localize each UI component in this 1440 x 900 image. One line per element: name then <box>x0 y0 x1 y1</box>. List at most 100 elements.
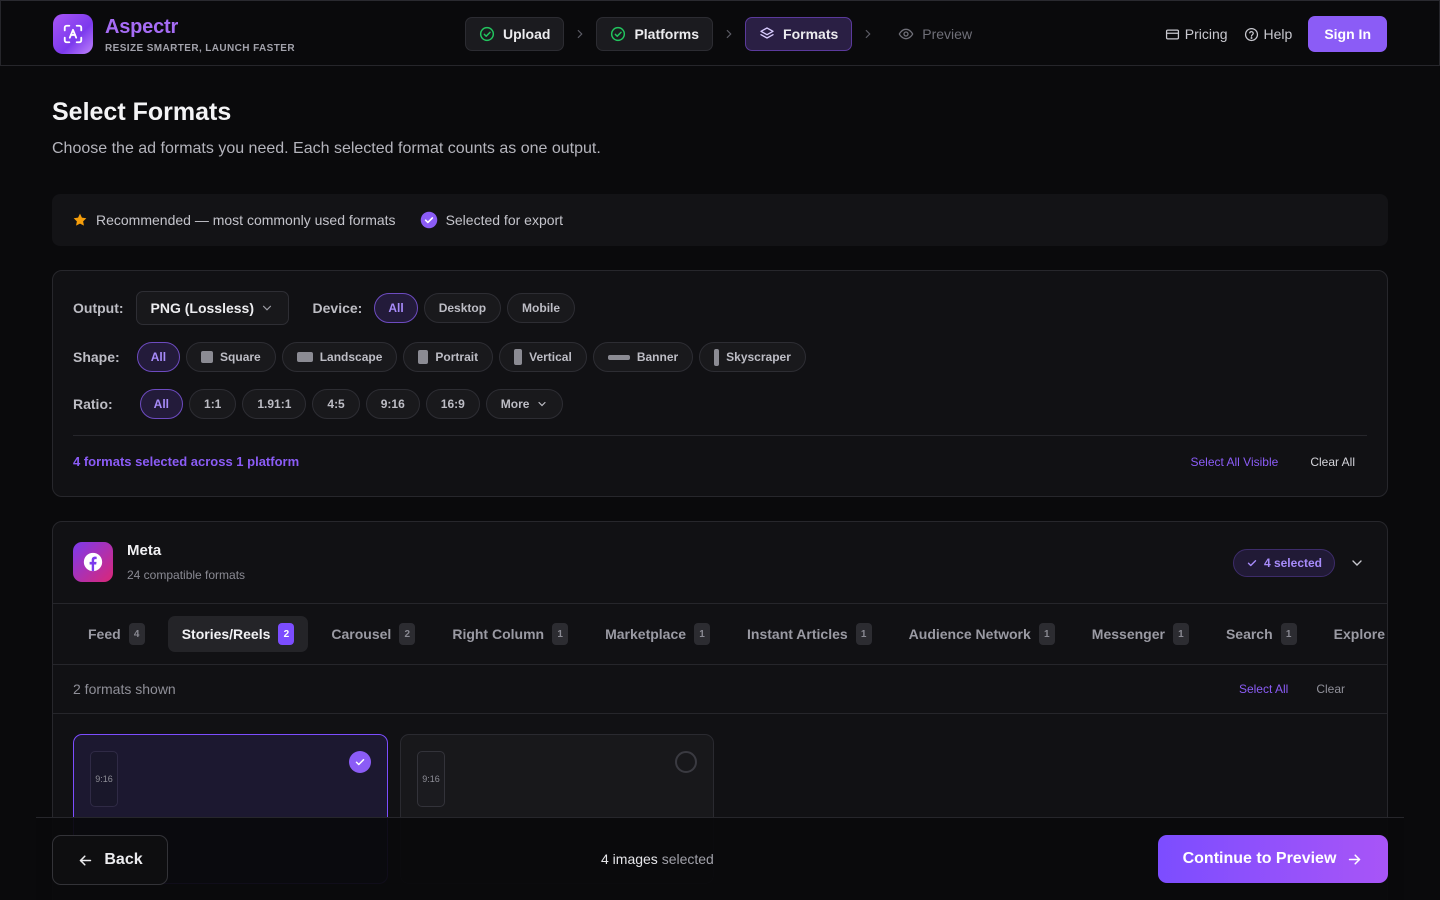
tab-feed[interactable]: Feed 4 <box>74 616 159 652</box>
tab-messenger[interactable]: Messenger 1 <box>1078 616 1203 652</box>
filter-row-ratio: Ratio: All 1:1 1.91:1 4:5 9:16 16:9 More <box>73 389 569 419</box>
clear-button[interactable]: Clear <box>1316 682 1345 696</box>
step-formats[interactable]: Formats <box>745 17 853 51</box>
clear-all-button[interactable]: Clear All <box>1310 455 1355 469</box>
tab-count: 4 <box>128 623 145 645</box>
check-circle-icon <box>479 26 495 42</box>
ratio-chip-16-9[interactable]: 16:9 <box>425 389 480 419</box>
shape-chip-label: Portrait <box>435 350 479 364</box>
back-button[interactable]: Back <box>52 835 168 885</box>
footer-bar: Back 4 images selected Continue to Previ… <box>36 817 1404 900</box>
app-header: Aspectr RESIZE SMARTER, LAUNCH FASTER Up… <box>0 0 1440 66</box>
chevron-right-icon <box>713 27 745 41</box>
pricing-link[interactable]: Pricing <box>1165 26 1228 42</box>
tab-label: Stories/Reels <box>181 626 271 642</box>
shape-chip-vertical[interactable]: Vertical <box>499 342 587 372</box>
tab-marketplace[interactable]: Marketplace 1 <box>591 616 724 652</box>
device-chip-all[interactable]: All <box>374 293 418 323</box>
device-chip-mobile[interactable]: Mobile <box>507 293 576 323</box>
eye-icon <box>898 26 914 42</box>
filter-divider <box>73 435 1367 436</box>
platform-name: Meta <box>127 542 162 559</box>
shape-chip-label: Vertical <box>529 350 572 364</box>
header-actions: Pricing Help Sign In <box>1165 16 1387 52</box>
ratio-label: Ratio: <box>73 396 113 412</box>
platform-compatible-count: 24 compatible formats <box>127 568 246 582</box>
square-shape-icon <box>201 351 214 363</box>
tab-count: 2 <box>399 623 416 645</box>
tab-label: Audience Network <box>908 626 1031 642</box>
collapse-chevron-icon[interactable] <box>1349 555 1365 571</box>
help-link[interactable]: Help <box>1244 26 1293 42</box>
shape-chip-all[interactable]: All <box>136 342 181 372</box>
tab-count: 1 <box>694 623 711 645</box>
radio-circle-icon[interactable] <box>675 751 697 773</box>
continue-label: Continue to Preview <box>1182 850 1337 867</box>
tab-count: 1 <box>1280 623 1297 645</box>
output-format-value: PNG (Lossless) <box>150 300 255 316</box>
tab-label: Right Column <box>452 626 545 642</box>
step-platforms[interactable]: Platforms <box>596 17 714 51</box>
shape-chip-square[interactable]: Square <box>186 342 276 372</box>
chevron-down-icon <box>260 301 274 315</box>
ratio-more-label: More <box>500 397 530 411</box>
shape-chip-label: Banner <box>636 350 679 364</box>
page-subtitle: Choose the ad formats you need. Each sel… <box>52 140 601 157</box>
formats-actions: Select All Clear <box>1239 682 1345 696</box>
brand-tagline: RESIZE SMARTER, LAUNCH FASTER <box>105 43 295 54</box>
output-format-select[interactable]: PNG (Lossless) <box>135 291 289 325</box>
step-preview[interactable]: Preview <box>884 17 986 51</box>
layers-icon <box>759 26 775 42</box>
page-title: Select Formats <box>52 98 232 126</box>
arrow-left-icon <box>77 852 94 869</box>
tab-stories-reels[interactable]: Stories/Reels 2 <box>167 616 309 652</box>
continue-to-preview-button[interactable]: Continue to Preview <box>1158 835 1388 883</box>
brand-name: Aspectr <box>105 16 179 38</box>
landscape-shape-icon <box>296 352 313 362</box>
tab-count: 1 <box>855 623 872 645</box>
chevron-down-icon <box>536 398 548 410</box>
select-all-visible-button[interactable]: Select All Visible <box>1190 455 1278 469</box>
select-all-button[interactable]: Select All <box>1239 682 1288 696</box>
shape-chip-label: Skyscraper <box>726 350 791 364</box>
shape-chip-label: Landscape <box>319 350 383 364</box>
tab-explore[interactable]: Explore <box>1320 616 1387 652</box>
tab-audience-network[interactable]: Audience Network 1 <box>895 616 1069 652</box>
tab-label: Carousel <box>331 626 392 642</box>
placement-tabs: Feed 4 Stories/Reels 2 Carousel 2 Right … <box>53 603 1387 665</box>
tab-search[interactable]: Search 1 <box>1212 616 1311 652</box>
shape-chip-landscape[interactable]: Landscape <box>281 342 398 372</box>
tab-label: Messenger <box>1091 626 1165 642</box>
chevron-right-icon <box>564 27 596 41</box>
ratio-more-dropdown[interactable]: More <box>485 389 564 419</box>
ratio-chip-1-91-1[interactable]: 1.91:1 <box>242 389 307 419</box>
legend-recommended: Recommended — most commonly used formats <box>72 212 396 228</box>
device-label: Device: <box>312 300 363 316</box>
device-chip-desktop[interactable]: Desktop <box>423 293 502 323</box>
shape-chip-banner[interactable]: Banner <box>592 342 694 372</box>
logo-icon[interactable] <box>53 14 93 54</box>
tab-right-column[interactable]: Right Column 1 <box>438 616 582 652</box>
ratio-chip-1-1[interactable]: 1:1 <box>189 389 237 419</box>
selection-status-suffix: selected <box>657 851 714 867</box>
ratio-preview-label: 9:16 <box>422 774 440 784</box>
tab-instant-articles[interactable]: Instant Articles 1 <box>733 616 886 652</box>
tab-carousel[interactable]: Carousel 2 <box>317 616 429 652</box>
back-label: Back <box>104 851 143 868</box>
check-circle-icon[interactable] <box>349 751 371 773</box>
tab-label: Search <box>1225 626 1273 642</box>
arrow-right-icon <box>1346 851 1363 868</box>
ratio-chip-all[interactable]: All <box>139 389 184 419</box>
help-label: Help <box>1263 26 1293 42</box>
ratio-chip-9-16[interactable]: 9:16 <box>365 389 420 419</box>
ratio-chip-4-5[interactable]: 4:5 <box>312 389 360 419</box>
selected-count-label: 4 selected <box>1263 556 1322 570</box>
star-icon <box>72 212 88 228</box>
step-upload[interactable]: Upload <box>465 17 565 51</box>
shape-chip-skyscraper[interactable]: Skyscraper <box>699 342 806 372</box>
shape-chip-portrait[interactable]: Portrait <box>403 342 494 372</box>
filter-row-output-device: Output: PNG (Lossless) Device: All Deskt… <box>73 291 581 325</box>
filter-row-shape: Shape: All Square Landscape Portrait Ver… <box>73 342 812 372</box>
shape-label: Shape: <box>73 349 120 365</box>
sign-in-button[interactable]: Sign In <box>1308 16 1387 52</box>
